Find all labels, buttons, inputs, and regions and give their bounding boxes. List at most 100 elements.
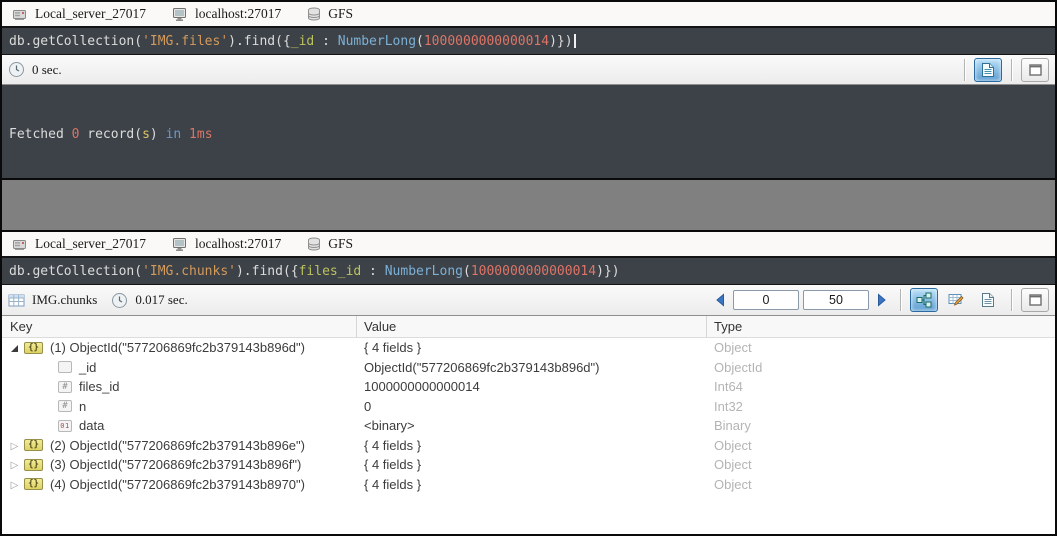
database-icon — [308, 237, 321, 251]
type-cell: Binary — [714, 418, 751, 434]
code-token: 1000000000000014 — [423, 33, 550, 49]
maximize-icon — [1028, 294, 1042, 306]
skip-input[interactable] — [733, 290, 799, 310]
server-icon — [13, 10, 26, 20]
table-row[interactable]: {} (1) ObjectId("577206869fc2b379143b896d… — [2, 338, 1055, 358]
hash-type-icon: # — [58, 400, 72, 413]
key-cell: _id — [2, 360, 357, 375]
tree-expanded-icon[interactable] — [8, 341, 21, 354]
breadcrumb-server[interactable]: Local_server_27017 — [12, 236, 146, 252]
table-row[interactable]: ▷{} (2) ObjectId("577206869fc2b379143b896… — [2, 436, 1055, 456]
text-mode-button[interactable] — [974, 57, 1002, 82]
code-token: record( — [79, 127, 143, 142]
breadcrumb-database[interactable]: GFS — [307, 236, 353, 252]
code-token: in — [165, 127, 182, 142]
column-header-key[interactable]: Key — [2, 316, 357, 337]
key-cell: ▷{} (2) ObjectId("577206869fc2b379143b896… — [2, 438, 357, 453]
page-previous-button[interactable] — [711, 290, 729, 310]
type-cell: Object — [714, 340, 752, 356]
type-cell: Int64 — [714, 379, 743, 395]
document-icon — [982, 293, 994, 307]
table-row[interactable]: _id ObjectId("577206869fc2b379143b896d") O… — [2, 358, 1055, 378]
value-cell: 1000000000000014 — [364, 379, 480, 395]
binary-type-icon: 01 — [58, 419, 72, 432]
value-cell: ObjectId("577206869fc2b379143b896d") — [364, 359, 600, 375]
limit-input[interactable] — [803, 290, 869, 310]
table-row[interactable]: 01 data <binary> Binary — [2, 416, 1055, 436]
type-cell: ObjectId — [714, 359, 763, 375]
key-label: data — [79, 418, 105, 434]
tree-collapsed-icon[interactable]: ▷ — [8, 458, 21, 471]
key-label: (1) ObjectId("577206869fc2b379143b896d") — [50, 340, 305, 356]
value-cell: 0 — [364, 398, 372, 414]
code-token: 1000000000000014 — [470, 263, 597, 279]
column-header-value[interactable]: Value — [357, 316, 707, 337]
maximize-panel-button[interactable] — [1021, 288, 1049, 312]
code-token: ).find({ — [235, 263, 299, 279]
object-type-icon: {} — [24, 439, 43, 452]
breadcrumb: Local_server_27017 localhost:27017 GFS — [2, 2, 1055, 28]
arrow-left-icon — [716, 293, 724, 307]
code-token: ( — [416, 33, 424, 49]
execution-time-label: 0 sec. — [32, 61, 62, 77]
code-token: 1ms — [189, 127, 213, 142]
host-tab-label: localhost:27017 — [194, 6, 282, 21]
panel-splitter[interactable] — [2, 178, 1055, 232]
table-row[interactable]: # files_id 1000000000000014 Int64 — [2, 377, 1055, 397]
tree-mode-button[interactable] — [910, 288, 938, 312]
tree-collapsed-icon[interactable]: ▷ — [8, 439, 21, 452]
object-type-icon: {} — [24, 478, 43, 491]
type-cell: Int32 — [714, 398, 743, 414]
execution-time-label: 0.017 sec. — [135, 292, 188, 307]
table-row[interactable]: # n 0 Int32 — [2, 397, 1055, 417]
table-mode-button[interactable] — [942, 288, 970, 312]
tree-view-icon — [916, 292, 932, 308]
value-cell: { 4 fields } — [364, 476, 422, 492]
tree-collapsed-icon[interactable]: ▷ — [8, 478, 21, 491]
code-token: ( — [463, 263, 471, 279]
value-cell: { 4 fields } — [364, 457, 422, 473]
breadcrumb-database[interactable]: GFS — [307, 6, 353, 22]
key-cell: # files_id — [2, 379, 357, 394]
object-type-icon: {} — [24, 341, 43, 354]
database-tab-label: GFS — [328, 6, 353, 21]
key-label: n — [79, 398, 87, 414]
result-table-header: Key Value Type — [2, 316, 1055, 338]
type-cell: Object — [714, 437, 752, 453]
clock-icon — [9, 62, 24, 77]
column-header-type[interactable]: Type — [707, 319, 1055, 334]
key-label: _id — [79, 359, 97, 375]
type-cell: Object — [714, 476, 752, 492]
table-row[interactable]: ▷{} (3) ObjectId("577206869fc2b379143b896… — [2, 455, 1055, 475]
breadcrumb-server[interactable]: Local_server_27017 — [12, 6, 146, 22]
query-editor-chunks[interactable]: db.getCollection('IMG.chunks').find({fil… — [2, 258, 1055, 285]
results-toolbar-chunks: IMG.chunks 0.017 sec. — [2, 285, 1055, 316]
document-icon — [982, 62, 994, 77]
toolbar-separator — [1011, 289, 1012, 311]
code-token: db.getCollection( — [9, 263, 143, 279]
key-label: (4) ObjectId("577206869fc2b379143b8970") — [50, 476, 305, 492]
code-token: : — [361, 263, 385, 279]
robomongo-window: Local_server_27017 localhost:27017 GFS d… — [0, 0, 1057, 536]
key-label: files_id — [79, 379, 120, 395]
maximize-icon — [1028, 63, 1042, 76]
hash-type-icon: # — [58, 380, 72, 393]
table-edit-icon — [948, 294, 964, 306]
breadcrumb: Local_server_27017 localhost:27017 GFS — [2, 232, 1055, 258]
code-token: NumberLong — [384, 263, 463, 279]
key-cell: # n — [2, 399, 357, 414]
maximize-panel-button[interactable] — [1021, 57, 1049, 82]
code-token: _id — [290, 33, 315, 49]
breadcrumb-host[interactable]: localhost:27017 — [172, 236, 281, 252]
breadcrumb-host[interactable]: localhost:27017 — [172, 6, 281, 22]
page-next-button[interactable] — [873, 290, 891, 310]
code-token: files_id — [298, 263, 362, 279]
key-cell: ▷{} (3) ObjectId("577206869fc2b379143b896… — [2, 457, 357, 472]
table-row[interactable]: ▷{} (4) ObjectId("577206869fc2b379143b897… — [2, 475, 1055, 495]
code-token: ).find({ — [228, 33, 291, 49]
server-tab-label: Local_server_27017 — [35, 236, 146, 251]
query-editor-files[interactable]: db.getCollection('IMG.files').find({_id … — [2, 28, 1055, 55]
plain-type-icon — [58, 361, 72, 374]
collection-name-label: IMG.chunks — [32, 292, 98, 307]
text-mode-button[interactable] — [974, 288, 1002, 312]
